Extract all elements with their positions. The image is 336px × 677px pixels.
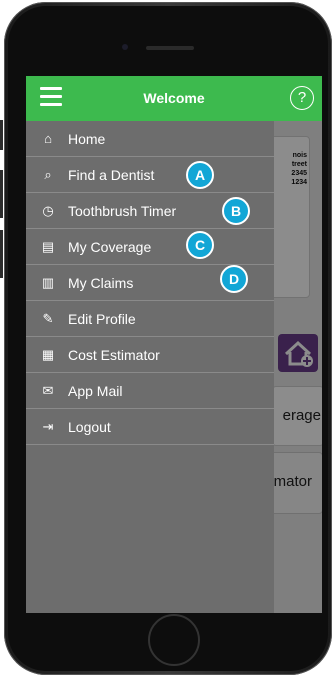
mute-switch	[0, 120, 3, 150]
menu-item-my-coverage[interactable]: ▤ My Coverage	[26, 229, 274, 265]
home-icon: ⌂	[44, 131, 52, 146]
front-camera	[122, 44, 128, 50]
logout-icon: ⇥	[42, 418, 54, 434]
earpiece-speaker	[146, 46, 194, 50]
menu-item-cost-estimator[interactable]: ▦ Cost Estimator	[26, 337, 274, 373]
menu-item-edit-profile[interactable]: ✎ Edit Profile	[26, 301, 274, 337]
menu-item-label: Cost Estimator	[68, 346, 160, 363]
menu-item-label: Home	[68, 130, 106, 147]
menu-item-logout[interactable]: ⇥ Logout	[26, 409, 274, 445]
annotation-badge-c: C	[186, 231, 214, 259]
menu-item-home[interactable]: ⌂ Home	[26, 121, 274, 157]
home-button[interactable]	[148, 614, 200, 666]
menu-item-app-mail[interactable]: ✉ App Mail	[26, 373, 274, 409]
menu-item-label: App Mail	[68, 382, 123, 399]
menu-item-label: Logout	[68, 418, 111, 435]
annotation-badge-d: D	[220, 265, 248, 293]
edit-icon: ✎	[42, 310, 54, 326]
mail-icon: ✉	[42, 382, 54, 398]
documents-icon: ▥	[41, 274, 55, 290]
menu-item-find-a-dentist[interactable]: ⌕ Find a Dentist	[26, 157, 274, 193]
app-screen: nois treet 2345 1234 erage Cost Estimato…	[26, 76, 322, 613]
volume-down-button	[0, 230, 3, 278]
navigation-drawer: ⌂ Home ⌕ Find a Dentist ◷ Toothbrush Tim…	[26, 121, 274, 613]
help-icon[interactable]: ?	[290, 86, 314, 110]
document-icon: ▤	[41, 238, 55, 254]
top-bar: Welcome ?	[26, 76, 322, 121]
stopwatch-icon: ◷	[42, 202, 54, 218]
menu-item-label: My Claims	[68, 274, 134, 291]
menu-item-label: Find a Dentist	[68, 166, 155, 183]
calculator-icon: ▦	[41, 346, 55, 362]
menu-item-label: Edit Profile	[68, 310, 136, 327]
page-title: Welcome	[143, 90, 205, 106]
search-icon: ⌕	[44, 166, 52, 182]
annotation-badge-a: A	[186, 161, 214, 189]
menu-item-label: My Coverage	[68, 238, 152, 255]
hamburger-icon[interactable]	[40, 87, 62, 109]
annotation-badge-b: B	[222, 197, 250, 225]
menu-item-label: Toothbrush Timer	[68, 202, 177, 219]
volume-up-button	[0, 170, 3, 218]
